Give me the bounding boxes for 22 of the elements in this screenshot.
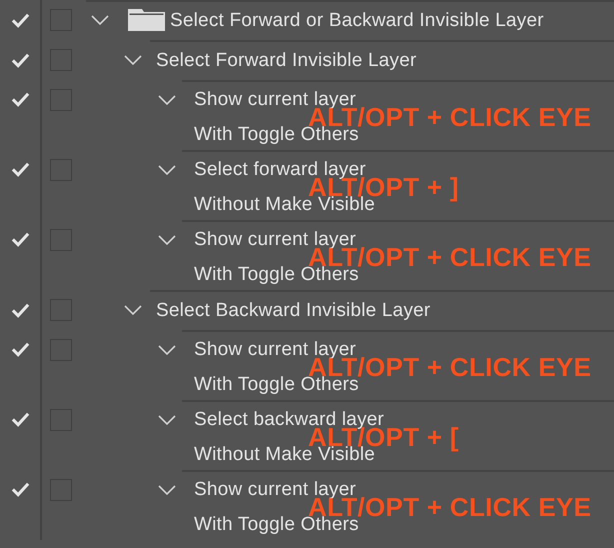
chevron-icon[interactable] bbox=[157, 414, 177, 426]
checkmark-icon[interactable] bbox=[10, 341, 30, 357]
action-label[interactable]: Select Forward Invisible Layer bbox=[156, 50, 416, 72]
action-label[interactable]: Select Backward Invisible Layer bbox=[156, 300, 430, 322]
checkmark-icon[interactable] bbox=[10, 91, 30, 107]
action-label[interactable]: Select Forward or Backward Invisible Layer bbox=[170, 10, 544, 32]
chevron-icon[interactable] bbox=[90, 14, 110, 26]
checkmark-icon[interactable] bbox=[10, 302, 30, 318]
chevron-icon[interactable] bbox=[123, 54, 143, 66]
checkmark-icon[interactable] bbox=[10, 411, 30, 427]
checkmark-icon[interactable] bbox=[10, 52, 30, 68]
chevron-icon[interactable] bbox=[123, 304, 143, 316]
folder-icon bbox=[128, 9, 165, 31]
chevron-icon[interactable] bbox=[157, 344, 177, 356]
checkmark-icon[interactable] bbox=[10, 231, 30, 247]
checkmark-icon[interactable] bbox=[10, 481, 30, 497]
chevron-icon[interactable] bbox=[157, 484, 177, 496]
checkmark-icon[interactable] bbox=[10, 12, 30, 28]
chevron-icon[interactable] bbox=[157, 164, 177, 176]
chevron-icon[interactable] bbox=[157, 234, 177, 246]
chevron-icon[interactable] bbox=[157, 94, 177, 106]
checkmark-icon[interactable] bbox=[10, 161, 30, 177]
